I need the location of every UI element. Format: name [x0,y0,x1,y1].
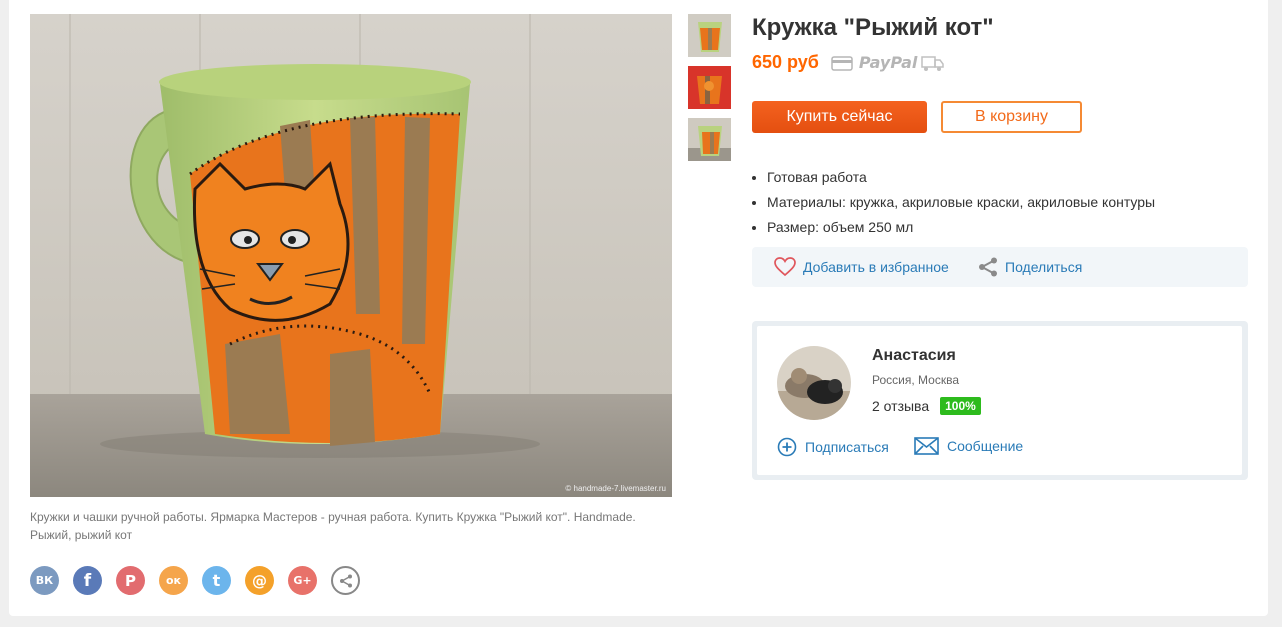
more-share-icon[interactable] [331,566,360,595]
mailru-share-icon[interactable]: @ [245,566,274,595]
subscribe-link[interactable]: Подписаться [777,437,889,457]
google-share-label: G+ [293,574,312,587]
subscribe-label: Подписаться [805,439,889,455]
twitter-share-label: t [212,571,221,590]
twitter-share-icon[interactable]: t [202,566,231,595]
share-label: Поделиться [1005,259,1083,275]
property-item: Материалы: кружка, акриловые краски, акр… [767,190,1155,215]
property-item: Готовая работа [767,165,1155,190]
ok-share-label: ок [165,574,182,587]
facebook-share-icon[interactable]: f [73,566,102,595]
plus-circle-icon [777,437,797,457]
share-icon [979,257,997,277]
thumbnail-2[interactable] [688,66,731,109]
thumbnail-1[interactable] [688,14,731,57]
paypal-logo: PayPal [858,53,918,72]
seller-card-inner: Анастасия Россия, Москва 2 отзыва 100% П… [757,326,1242,475]
product-properties: Готовая работа Материалы: кружка, акрило… [752,165,1155,240]
odnoklassniki-share-icon[interactable]: ок [159,566,188,595]
product-title: Кружка "Рыжий кот" [752,14,994,41]
facebook-share-label: f [83,570,92,591]
message-link[interactable]: Сообщение [914,437,1023,455]
credit-card-icon [831,55,853,71]
reviews-count[interactable]: 2 отзыва [872,398,929,414]
add-to-favorites-link[interactable]: Добавить в избранное [774,257,949,277]
thumbnail-3[interactable] [688,118,731,161]
seller-avatar[interactable] [777,346,851,420]
photo-caption: Кружки и чашки ручной работы. Ярмарка Ма… [30,510,636,542]
property-item: Размер: объем 250 мл [767,215,1155,240]
add-to-cart-button[interactable]: В корзину [941,101,1082,133]
envelope-icon [914,437,939,455]
delivery-truck-icon [921,55,945,71]
share-link[interactable]: Поделиться [978,257,1082,277]
seller-reviews: 2 отзыва 100% [872,397,981,415]
main-product-photo[interactable]: © handmade-7.livemaster.ru [30,14,672,497]
mug-illustration [30,14,672,497]
vk-share-label: ВК [35,574,54,587]
google-plus-share-icon[interactable]: G+ [288,566,317,595]
social-share-bar: ВК f P ок t @ G+ [30,566,360,595]
photo-credit: © handmade-7.livemaster.ru [565,484,666,493]
product-actions-panel: Добавить в избранное Поделиться [752,247,1248,287]
heart-icon [774,257,796,277]
rating-badge: 100% [940,397,981,415]
vk-share-icon[interactable]: ВК [30,566,59,595]
seller-card: Анастасия Россия, Москва 2 отзыва 100% П… [752,321,1248,480]
buy-now-button[interactable]: Купить сейчас [752,101,927,133]
add-to-favorites-label: Добавить в избранное [803,259,949,275]
product-price: 650 руб [752,52,819,72]
price-row: 650 руб PayPal [752,52,945,73]
pinterest-share-icon[interactable]: P [116,566,145,595]
seller-name[interactable]: Анастасия [872,347,956,365]
pinterest-share-label: P [125,571,136,590]
mail-share-label: @ [252,571,267,590]
seller-location: Россия, Москва [872,373,959,387]
message-label: Сообщение [947,438,1024,454]
thumbnail-strip [688,14,731,170]
